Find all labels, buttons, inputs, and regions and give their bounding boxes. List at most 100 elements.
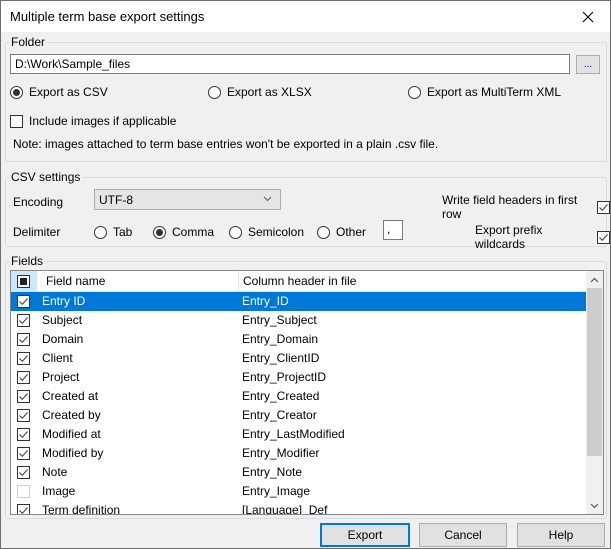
delimiter-other-radio[interactable]: Other (317, 225, 366, 239)
field-checkbox[interactable] (17, 466, 30, 479)
field-name: Term definition (42, 503, 121, 515)
field-row[interactable]: Created by Entry_Creator (11, 406, 586, 425)
field-row[interactable]: Term definition [Language]_Def (11, 501, 586, 515)
folder-group-label: Folder (9, 35, 48, 49)
delimiter-semicolon-radio[interactable]: Semicolon (229, 225, 304, 239)
column-divider[interactable] (238, 271, 239, 292)
export-as-xlsx-radio[interactable]: Export as XLSX (208, 85, 312, 99)
checkbox-box (10, 114, 23, 128)
delimiter-tab-radio[interactable]: Tab (94, 225, 132, 239)
include-images-checkbox[interactable]: Include images if applicable (10, 114, 176, 128)
export-prefix-wildcards-checkbox[interactable]: Export prefix wildcards (475, 223, 610, 251)
field-checkbox[interactable] (17, 295, 30, 308)
folder-path-input[interactable]: D:\Work\Sample_files (10, 54, 570, 74)
field-checkbox[interactable] (17, 409, 30, 422)
field-row[interactable]: Modified at Entry_LastModified (11, 425, 586, 444)
field-checkbox[interactable] (17, 428, 30, 441)
checkbox-box (597, 230, 610, 244)
column-header-value: Entry_ID (242, 294, 289, 308)
encoding-value: UTF-8 (99, 192, 133, 207)
field-name: Image (42, 484, 76, 498)
scroll-down-button[interactable] (586, 497, 603, 514)
column-header-value: Entry_Creator (242, 408, 317, 422)
export-prefix-wildcards-label: Export prefix wildcards (475, 223, 543, 251)
chevron-down-icon (590, 503, 599, 508)
field-row[interactable]: Image Entry_Image (11, 482, 586, 501)
radio-circle (208, 85, 221, 99)
checkmark-icon (19, 374, 28, 382)
fields-list-header: Field name Column header in file (11, 271, 586, 292)
field-checkbox[interactable] (17, 447, 30, 460)
field-checkbox[interactable] (17, 314, 30, 327)
column-header-value: Entry_Created (242, 389, 320, 403)
export-as-multiterm-xml-label: Export as MultiTerm XML (427, 85, 562, 99)
chevron-down-icon (263, 196, 272, 202)
vertical-scrollbar[interactable] (586, 271, 603, 514)
radio-circle (94, 225, 107, 239)
radio-circle (10, 85, 23, 99)
images-note: Note: images attached to term base entri… (13, 137, 439, 151)
field-checkbox[interactable] (17, 485, 30, 498)
browse-button[interactable]: ... (576, 55, 600, 74)
checkmark-icon (19, 355, 28, 363)
field-name: Created at (42, 389, 99, 403)
csv-settings-group-label: CSV settings (9, 170, 83, 184)
fields-list[interactable]: Field name Column header in file Entry I… (10, 270, 604, 515)
column-header-value: [Language]_Def (242, 503, 328, 515)
checkmark-icon (19, 469, 28, 477)
delimiter-comma-radio[interactable]: Comma (153, 225, 214, 239)
column-header-value: Entry_Subject (242, 313, 317, 327)
field-row[interactable]: Subject Entry_Subject (11, 311, 586, 330)
field-row[interactable]: Entry ID Entry_ID (11, 292, 586, 311)
column-header-value: Entry_ClientID (242, 351, 320, 365)
scroll-up-button[interactable] (586, 271, 603, 288)
checkmark-icon (599, 233, 608, 241)
include-images-label: Include images if applicable (29, 114, 177, 128)
indeterminate-mark (20, 278, 27, 285)
field-name: Client (42, 351, 73, 365)
select-all-checkbox[interactable] (17, 275, 30, 288)
delimiter-tab-label: Tab (113, 225, 133, 239)
field-row[interactable]: Domain Entry_Domain (11, 330, 586, 349)
field-checkbox[interactable] (17, 333, 30, 346)
field-row[interactable]: Created at Entry_Created (11, 387, 586, 406)
export-button[interactable]: Export (320, 523, 410, 547)
export-as-csv-radio[interactable]: Export as CSV (10, 85, 108, 99)
title-bar: Multiple term base export settings (1, 1, 610, 32)
scroll-thumb[interactable] (587, 288, 602, 456)
encoding-dropdown[interactable]: UTF-8 (94, 189, 281, 210)
encoding-label: Encoding (13, 195, 64, 209)
other-delimiter-input[interactable]: , (383, 220, 403, 240)
field-checkbox[interactable] (17, 352, 30, 365)
field-row[interactable]: Note Entry_Note (11, 463, 586, 482)
close-icon (582, 11, 594, 22)
select-all-checkbox-cell[interactable] (11, 271, 37, 292)
export-as-multiterm-xml-radio[interactable]: Export as MultiTerm XML (408, 85, 561, 99)
column-header-column-header[interactable]: Column header in file (243, 271, 543, 292)
cancel-button-label: Cancel (444, 528, 482, 542)
column-header-field-name[interactable]: Field name (46, 271, 241, 292)
field-row[interactable]: Modified by Entry_Modifier (11, 444, 586, 463)
column-header-value: Entry_Image (242, 484, 311, 498)
field-checkbox[interactable] (17, 504, 30, 514)
field-name: Subject (42, 313, 83, 327)
close-button[interactable] (566, 1, 610, 32)
checkmark-icon (19, 450, 28, 458)
checkmark-icon (19, 431, 28, 439)
checkmark-icon (599, 203, 608, 211)
radio-circle (229, 225, 242, 239)
field-checkbox[interactable] (17, 390, 30, 403)
field-name: Modified at (42, 427, 101, 441)
cancel-button[interactable]: Cancel (419, 523, 507, 547)
checkmark-icon (19, 507, 28, 514)
field-row[interactable]: Client Entry_ClientID (11, 349, 586, 368)
checkbox-box (597, 200, 610, 214)
delimiter-label: Delimiter (13, 225, 61, 239)
field-row[interactable]: Project Entry_ProjectID (11, 368, 586, 387)
export-button-label: Export (347, 528, 383, 542)
field-checkbox[interactable] (17, 371, 30, 384)
help-button[interactable]: Help (517, 523, 605, 547)
write-headers-checkbox[interactable]: Write field headers in first row (442, 193, 610, 221)
radio-circle (408, 85, 421, 99)
delimiter-comma-label: Comma (172, 225, 215, 239)
